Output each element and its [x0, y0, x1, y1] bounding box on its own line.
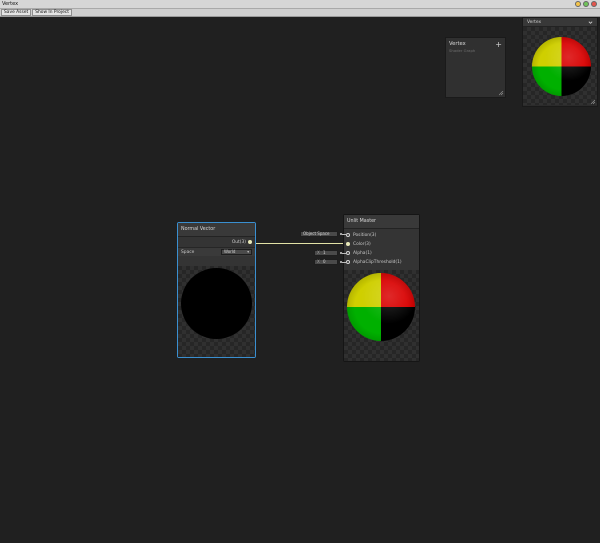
- add-property-button[interactable]: +: [495, 41, 502, 49]
- node-preview: [178, 266, 255, 357]
- main-preview-title: Vertex: [527, 20, 542, 25]
- alpha-value-field[interactable]: X 1: [314, 250, 338, 256]
- output-port-label: Out(3): [231, 240, 246, 245]
- alpha-port-label: Alpha(1): [353, 251, 372, 256]
- normal-vector-node[interactable]: Normal Vector Out(3) Space World ▾: [177, 222, 256, 358]
- resize-handle-icon[interactable]: [499, 91, 504, 96]
- main-preview-header: Vertex: [523, 18, 597, 27]
- connector-line: [342, 262, 347, 263]
- alpha-clip-port-row[interactable]: AlphaClipThreshold(1): [344, 258, 419, 267]
- alpha-port-row[interactable]: Alpha(1): [344, 249, 419, 258]
- alpha-clip-value: 0: [323, 259, 326, 264]
- position-port-row[interactable]: Position(3): [344, 231, 419, 240]
- node-title: Unlit Master: [344, 215, 419, 229]
- preview-sphere: [532, 37, 591, 96]
- node-title: Normal Vector: [178, 223, 255, 237]
- alpha-clip-value-field[interactable]: X 0: [314, 259, 338, 265]
- input-port-color[interactable]: [346, 242, 350, 246]
- color-port-row[interactable]: Color(3): [344, 240, 419, 249]
- edges-layer: [250, 242, 347, 245]
- output-port-row[interactable]: Out(3): [178, 238, 255, 247]
- color-port-label: Color(3): [353, 242, 371, 247]
- dropdown-arrow-icon: ▾: [247, 250, 249, 254]
- space-dropdown[interactable]: World ▾: [221, 249, 252, 255]
- alpha-control: X 1: [314, 249, 347, 257]
- preview-sphere: [347, 273, 415, 341]
- position-space-dropdown[interactable]: Object Space: [300, 231, 338, 237]
- space-dropdown-value: World: [224, 249, 236, 254]
- show-in-project-button[interactable]: Show In Project: [32, 9, 72, 16]
- blackboard-subtitle: Shader Graph: [449, 48, 476, 53]
- alpha-clip-port-label: AlphaClipThreshold(1): [353, 260, 402, 265]
- minimize-icon[interactable]: [575, 1, 581, 7]
- maximize-icon[interactable]: [583, 1, 589, 7]
- window-titlebar: Vertex: [0, 0, 600, 9]
- preview-sphere-black: [181, 268, 252, 339]
- output-port-out[interactable]: [248, 240, 252, 244]
- space-label: Space: [181, 250, 195, 255]
- node-preview: [344, 270, 419, 361]
- position-space-control: Object Space: [300, 230, 347, 238]
- window-title: Vertex: [2, 1, 19, 7]
- alpha-axis-label: X: [317, 250, 320, 255]
- chevron-down-icon[interactable]: [588, 20, 593, 25]
- window-controls: [575, 1, 597, 7]
- connector-line: [342, 234, 347, 235]
- resize-handle-icon[interactable]: [591, 100, 596, 105]
- alpha-value: 1: [323, 250, 326, 255]
- unlit-master-node[interactable]: Unlit Master Position(3) Color(3) Alpha(…: [343, 214, 420, 362]
- toolbar: Save Asset Show In Project: [0, 9, 600, 17]
- save-asset-button[interactable]: Save Asset: [1, 9, 32, 16]
- main-preview-viewport[interactable]: [523, 27, 597, 105]
- alpha-clip-control: X 0: [314, 258, 347, 266]
- close-icon[interactable]: [591, 1, 597, 7]
- space-row: Space World ▾: [178, 247, 255, 256]
- main-preview-window[interactable]: Vertex: [522, 17, 598, 107]
- alpha-clip-axis-label: X: [317, 259, 320, 264]
- blackboard-panel[interactable]: Vertex Shader Graph +: [445, 37, 506, 98]
- connector-line: [342, 253, 347, 254]
- graph-canvas[interactable]: Vertex Shader Graph + Vertex Normal Vect…: [0, 17, 600, 543]
- position-space-value: Object Space: [303, 231, 330, 236]
- position-port-label: Position(3): [353, 233, 377, 238]
- blackboard-title: Vertex: [449, 41, 466, 47]
